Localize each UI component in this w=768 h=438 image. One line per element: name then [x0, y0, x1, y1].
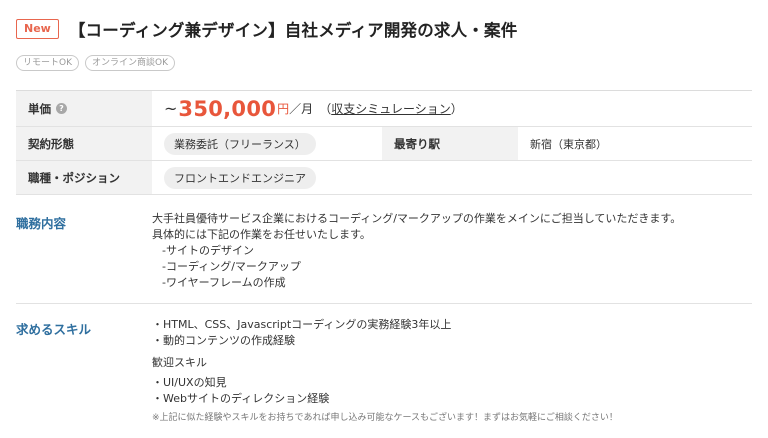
- required-skill-item: ・動的コンテンツの作成経験: [152, 334, 295, 347]
- price-yen: 円: [277, 102, 290, 116]
- price-per-month: ／月: [289, 102, 314, 116]
- unit-price-header: 単価 ?: [16, 91, 152, 126]
- contract-label: 契約形態: [16, 127, 152, 160]
- job-title: 【コーディング兼デザイン】自社メディア開発の求人・案件: [68, 21, 518, 40]
- sim-close-paren: ）: [450, 102, 463, 116]
- station-value: 新宿（東京都）: [530, 137, 607, 151]
- required-skill-item: ・HTML、CSS、Javascriptコーディングの実務経験3年以上: [152, 318, 452, 331]
- contract-row: 契約形態 業務委託（フリーランス） 最寄り駅 新宿（東京都）: [16, 127, 752, 161]
- duties-body: 大手社員優待サービス企業におけるコーディング/マークアップの作業をメインにご担当…: [152, 211, 681, 291]
- skills-label: 求めるスキル: [16, 322, 92, 337]
- job-info-table: 単価 ? ~ 350,000 円 ／月 （収支シミュレーション） 契約形態 業務…: [16, 90, 752, 195]
- duties-item: -サイトのデザイン: [162, 244, 254, 257]
- welcome-skill-item: ・UI/UXの知見: [152, 376, 227, 389]
- unit-price-value: ~ 350,000 円 ／月 （収支シミュレーション）: [152, 91, 752, 126]
- unit-price-row: 単価 ? ~ 350,000 円 ／月 （収支シミュレーション）: [16, 91, 752, 127]
- help-icon[interactable]: ?: [56, 103, 67, 114]
- position-label: 職種・ポジション: [16, 161, 152, 194]
- tag-list: リモートOK オンライン商談OK: [16, 55, 175, 71]
- tag-remote-ok: リモートOK: [16, 55, 79, 71]
- tag-online-meeting-ok: オンライン商談OK: [85, 55, 175, 71]
- job-header: New 【コーディング兼デザイン】自社メディア開発の求人・案件: [16, 17, 517, 41]
- price-tilde: ~: [164, 99, 178, 118]
- price-amount: 350,000: [178, 96, 277, 121]
- position-value-cell: フロントエンドエンジニア: [152, 161, 752, 194]
- station-label: 最寄り駅: [382, 127, 518, 160]
- contract-type-pill: 業務委託（フリーランス）: [164, 132, 316, 155]
- duties-label: 職務内容: [16, 216, 67, 231]
- section-divider: [16, 303, 752, 304]
- duties-section: 職務内容 大手社員優待サービス企業におけるコーディング/マークアップの作業をメイ…: [16, 206, 752, 304]
- duties-item: -コーディング/マークアップ: [162, 260, 301, 273]
- unit-price-label: 単価: [28, 101, 51, 116]
- income-simulation-link[interactable]: 収支シミュレーション: [331, 102, 451, 116]
- income-simulation: （収支シミュレーション）: [319, 100, 463, 117]
- welcome-skill-item: ・Webサイトのディレクション経験: [152, 392, 330, 405]
- position-pill: フロントエンドエンジニア: [164, 166, 316, 189]
- skills-body: ・HTML、CSS、Javascriptコーディングの実務経験3年以上 ・動的コ…: [152, 317, 618, 426]
- sim-open-paren: （: [319, 102, 332, 116]
- skills-section: 求めるスキル ・HTML、CSS、Javascriptコーディングの実務経験3年…: [16, 312, 752, 432]
- duties-line: 大手社員優待サービス企業におけるコーディング/マークアップの作業をメインにご担当…: [152, 212, 682, 225]
- position-row: 職種・ポジション フロントエンドエンジニア: [16, 161, 752, 195]
- welcome-skills-heading: 歓迎スキル: [152, 356, 207, 369]
- duties-line: 具体的には下記の作業をお任せいたします。: [152, 228, 371, 241]
- new-badge: New: [16, 19, 59, 39]
- skills-note: ※上記に似た経験やスキルをお持ちであれば申し込み可能なケースもございます！まずは…: [152, 413, 618, 423]
- contract-value-cell: 業務委託（フリーランス）: [152, 127, 382, 160]
- duties-item: -ワイヤーフレームの作成: [162, 276, 286, 289]
